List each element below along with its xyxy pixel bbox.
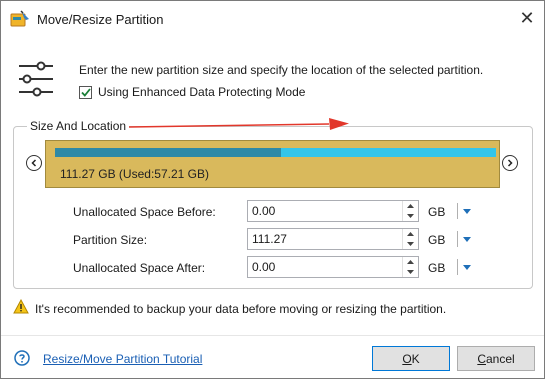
spin-up-icon	[407, 204, 414, 208]
unallocated-after-stepper[interactable]	[247, 256, 419, 278]
spin-down-icon	[407, 270, 414, 274]
spin-down-icon	[407, 214, 414, 218]
warning-text: It's recommended to backup your data bef…	[35, 302, 447, 316]
footer-divider	[1, 335, 544, 336]
unit-dropdown[interactable]	[462, 206, 472, 216]
close-button[interactable]: ✕	[510, 1, 544, 35]
move-resize-dialog: Move/Resize Partition ✕ Enter the new pa…	[0, 0, 545, 379]
spin-down-button[interactable]	[403, 211, 418, 221]
unit-divider	[457, 231, 458, 247]
close-icon: ✕	[519, 7, 535, 28]
intro-text: Enter the new partition size and specify…	[79, 63, 484, 77]
red-arrow-annotation	[129, 118, 349, 130]
tutorial-link[interactable]: Resize/Move Partition Tutorial	[43, 352, 202, 366]
cancel-button[interactable]: Cancel	[457, 346, 535, 371]
unit-label: GB	[428, 205, 446, 219]
ok-button[interactable]: OK	[372, 346, 450, 371]
warning-icon	[13, 299, 29, 314]
spin-buttons	[402, 201, 418, 221]
move-right-button[interactable]	[502, 155, 518, 171]
partition-size-stepper[interactable]	[247, 228, 419, 250]
unallocated-after-label: Unallocated Space After:	[73, 261, 206, 275]
app-icon	[10, 10, 29, 27]
dropdown-icon	[463, 264, 471, 270]
used-space-bar	[55, 148, 281, 157]
partition-size-input[interactable]	[248, 229, 398, 249]
ok-label-rest: K	[411, 351, 420, 366]
sliders-icon	[19, 61, 53, 97]
unallocated-before-label: Unallocated Space Before:	[73, 205, 216, 219]
spin-up-button[interactable]	[403, 229, 418, 239]
unallocated-before-stepper[interactable]	[247, 200, 419, 222]
spin-down-icon	[407, 242, 414, 246]
chevron-left-icon	[31, 159, 37, 167]
enhanced-mode-label: Using Enhanced Data Protecting Mode	[98, 85, 306, 99]
unallocated-after-input[interactable]	[248, 257, 398, 277]
unit-dropdown[interactable]	[462, 262, 472, 272]
unit-divider	[457, 259, 458, 275]
spin-up-icon	[407, 232, 414, 236]
spin-down-button[interactable]	[403, 267, 418, 277]
free-space-bar	[281, 148, 496, 157]
unit-label: GB	[428, 233, 446, 247]
move-left-button[interactable]	[26, 155, 42, 171]
cancel-label-rest: ancel	[485, 351, 515, 366]
unit-divider	[457, 203, 458, 219]
enhanced-mode-checkbox[interactable]	[79, 85, 92, 99]
partition-block[interactable]: 111.27 GB (Used:57.21 GB)	[45, 140, 500, 188]
window-title: Move/Resize Partition	[37, 12, 164, 27]
unit-label: GB	[428, 261, 446, 275]
checkmark-icon	[80, 87, 91, 97]
chevron-right-icon	[507, 159, 513, 167]
partition-size-label: 111.27 GB (Used:57.21 GB)	[60, 167, 209, 181]
spin-up-button[interactable]	[403, 257, 418, 267]
partition-size-label-field: Partition Size:	[73, 233, 148, 247]
spin-up-button[interactable]	[403, 201, 418, 211]
enhanced-mode-option[interactable]: Using Enhanced Data Protecting Mode	[79, 85, 305, 99]
spin-buttons	[402, 257, 418, 277]
unallocated-before-input[interactable]	[248, 201, 398, 221]
dropdown-icon	[463, 208, 471, 214]
help-icon	[14, 350, 30, 366]
unit-dropdown[interactable]	[462, 234, 472, 244]
cancel-mnemonic: C	[477, 351, 486, 366]
spin-buttons	[402, 229, 418, 249]
spin-down-button[interactable]	[403, 239, 418, 249]
dropdown-icon	[463, 236, 471, 242]
group-title: Size And Location	[27, 119, 130, 133]
spin-up-icon	[407, 260, 414, 264]
title-bar: Move/Resize Partition ✕	[1, 1, 544, 37]
ok-mnemonic: O	[402, 351, 412, 366]
